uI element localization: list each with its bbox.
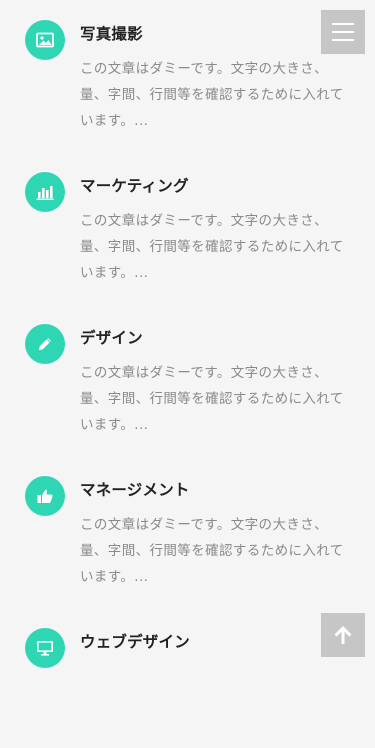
hamburger-menu-icon <box>332 23 354 25</box>
arrow-up-icon <box>334 626 352 644</box>
thumbs-up-icon <box>25 476 65 516</box>
service-description: この文章はダミーです。文字の大きさ、量、字間、行間等を確認するために入れています… <box>80 213 344 281</box>
service-item-web-design: ウェブデザイン <box>0 608 375 748</box>
pencil-icon <box>25 324 65 364</box>
service-title: ウェブデザイン <box>80 633 190 651</box>
service-title: マーケティング <box>80 177 189 195</box>
hamburger-menu-button[interactable] <box>321 10 365 54</box>
service-title: デザイン <box>80 329 143 347</box>
service-title: 写真撮影 <box>80 25 143 43</box>
service-description: この文章はダミーです。文字の大きさ、量、字間、行間等を確認するために入れています… <box>80 61 344 129</box>
image-icon <box>25 20 65 60</box>
bar-chart-icon <box>25 172 65 212</box>
back-to-top-button[interactable] <box>321 613 365 657</box>
service-item-management: マネージメント この文章はダミーです。文字の大きさ、量、字間、行間等を確認するた… <box>0 456 375 596</box>
service-item-design: デザイン この文章はダミーです。文字の大きさ、量、字間、行間等を確認するために入… <box>0 304 375 444</box>
monitor-icon <box>25 628 65 668</box>
service-description: この文章はダミーです。文字の大きさ、量、字間、行間等を確認するために入れています… <box>80 517 344 585</box>
service-title: マネージメント <box>80 481 190 499</box>
service-description: この文章はダミーです。文字の大きさ、量、字間、行間等を確認するために入れています… <box>80 365 344 433</box>
service-item-marketing: マーケティング この文章はダミーです。文字の大きさ、量、字間、行間等を確認するた… <box>0 152 375 292</box>
service-item-photography: 写真撮影 この文章はダミーです。文字の大きさ、量、字間、行間等を確認するために入… <box>0 0 375 140</box>
